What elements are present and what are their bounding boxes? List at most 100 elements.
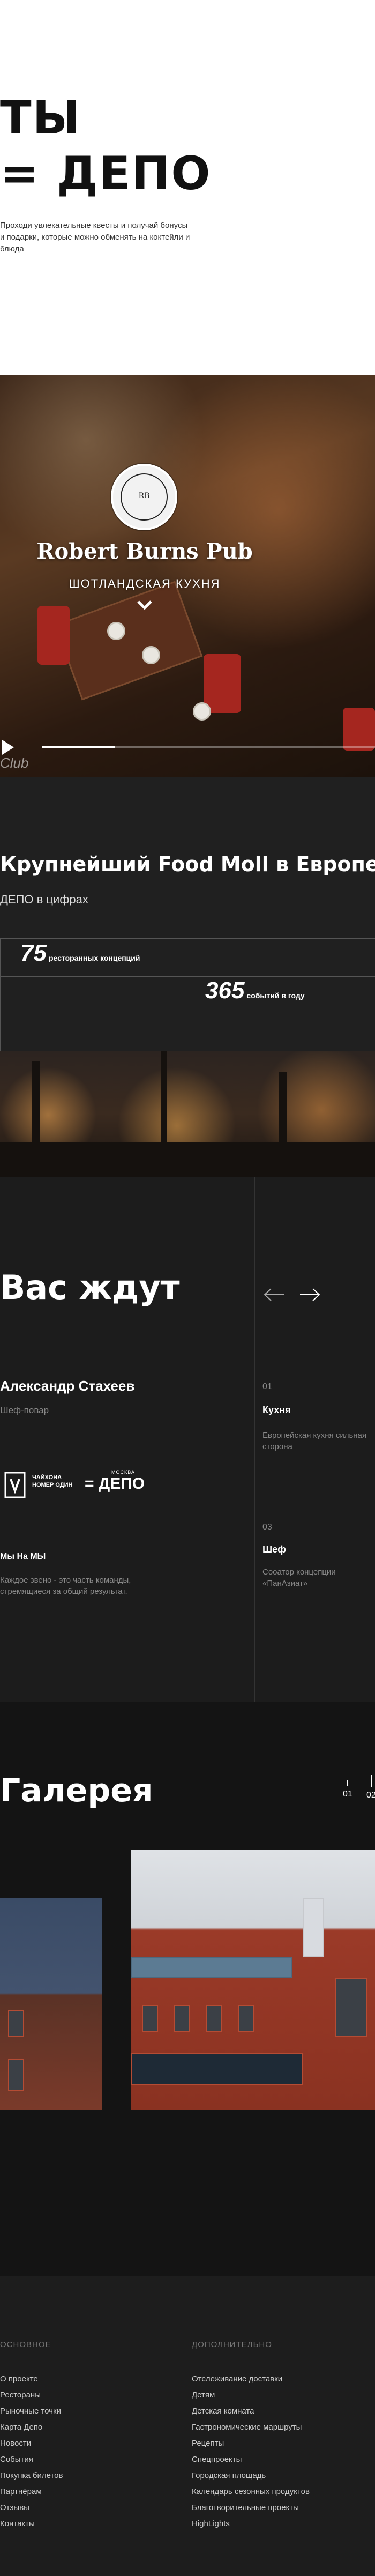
building-window [8,2059,24,2091]
factory-silhouette [0,1142,375,1177]
footer-link[interactable]: Отслеживание доставки [192,2371,310,2387]
footer-col2-list: Отслеживание доставки Детям Детская комн… [192,2371,310,2532]
footer-col2-title: ДОПОЛНИТЕЛЬНО [192,2340,375,2355]
footer-link[interactable]: Детская комната [192,2403,310,2419]
footer-link[interactable]: События [0,2452,63,2468]
info-text: Европейская кухня сильная сторона [262,1431,367,1451]
chair-image [343,708,375,751]
video-progress-fill [42,746,115,748]
footer-link[interactable]: Рецепты [192,2436,310,2452]
footer-link[interactable]: HighLights [192,2516,310,2532]
footer-link[interactable]: Гастрономические маршруты [192,2419,310,2436]
info-number: 03 [262,1523,272,1532]
stat-number: 365 [205,977,245,1004]
stats-subtitle: ДЕПО в цифрах [0,893,88,906]
info-heading: Шеф [262,1544,286,1555]
video-section[interactable]: RB Robert Burns Pub ШОТЛАНДСКАЯ КУХНЯ Cl… [0,375,375,777]
stat-label: ресторанных концепций [48,954,140,962]
motto-text: Каждое звено - это часть команды, стремя… [0,1576,131,1596]
venue-name: Robert Burns Pub [36,539,253,564]
arrow-right-icon[interactable] [298,1287,321,1303]
pub-logo: RB [111,464,177,530]
arrow-left-icon[interactable] [262,1287,286,1303]
factory-image [0,1051,375,1177]
chaihona-logo-mark [4,1472,26,1498]
footer-link[interactable]: Контакты [0,2516,63,2532]
stat-restaurants: 75 ресторанных концепций [20,940,140,967]
stat-events: 365 событий в году [205,977,305,1004]
hero-description: Проходи увлекательные квесты и получай б… [0,221,190,254]
footer-link[interactable]: Городская площадь [192,2468,310,2484]
plate-image [107,622,125,640]
footer-link[interactable]: Рестораны [0,2387,63,2403]
chaihona-logo-text: ЧАЙХОНА НОМЕР ОДИН [32,1474,73,1488]
grid-line [0,976,375,977]
building-window [335,1978,367,2037]
depo-logo-text: = ДЕПО [85,1475,145,1493]
building-facade [131,2053,303,2085]
motto-title: Мы На МЫ [0,1552,46,1561]
corner-text: Club [0,755,29,771]
building-window [206,2005,222,2032]
stats-section: Крупнейший Food Moll в Европе ДЕПО в циф… [0,777,375,1177]
footer-link[interactable]: Новости [0,2436,63,2452]
chevron-down-icon[interactable] [135,596,154,615]
depo-logo-city: МОСКВА [111,1469,135,1475]
footer-link[interactable]: Календарь сезонных продуктов [192,2484,310,2500]
building-window [8,2010,24,2037]
footer-link[interactable]: Спецпроекты [192,2452,310,2468]
column-divider [254,1177,255,1702]
logo-monogram: RB [138,492,150,500]
hero-title: ТЫ = ДЕПО [0,90,211,202]
footer-link[interactable]: Благотворительные проекты [192,2500,310,2516]
footer-link[interactable]: Детям [192,2387,310,2403]
page-number: 01 [343,1790,352,1799]
stats-title: Крупнейший Food Moll в Европе [0,852,375,876]
gallery-page-1[interactable]: 01 [343,1780,352,1799]
grid-line [0,939,1,1054]
plate-image [193,702,211,721]
table-image [54,581,203,701]
pager-indicator [370,1775,372,1787]
venue-cuisine: ШОТЛАНДСКАЯ КУХНЯ [69,577,221,590]
chef-role: Шеф-повар [0,1405,49,1415]
info-heading: Кухня [262,1405,291,1415]
footer-col1-title: ОСНОВНОЕ [0,2340,138,2355]
footer-link[interactable]: О проекте [0,2371,63,2387]
footer-link[interactable]: Партнёрам [0,2484,63,2500]
gallery-section: Галерея 01 02 [0,1702,375,2276]
pager-indicator [347,1780,348,1786]
footer-link[interactable]: Покупка билетов [0,2468,63,2484]
chefs-section: Вас ждут Александр Стахеев Шеф-повар ЧАЙ… [0,1177,375,1702]
building-window [142,2005,158,2032]
footer-link[interactable]: Отзывы [0,2500,63,2516]
play-icon[interactable] [2,740,14,755]
building-roof [131,1957,292,1978]
gallery-image[interactable] [0,1898,102,2110]
hero-title-line2: = ДЕПО [0,147,212,201]
stat-number: 75 [20,940,47,966]
building-tower [303,1898,324,1957]
chair-image [38,606,70,665]
gallery-title: Галерея [0,1772,153,1809]
footer-col1-list: О проекте Рестораны Рыночные точки Карта… [0,2371,63,2532]
chair-image [204,654,241,713]
building-window [238,2005,254,2032]
gallery-image[interactable] [131,1850,375,2110]
plate-image [142,646,160,664]
stats-grid: 75 ресторанных концепций 365 событий в год… [0,938,375,1054]
info-number: 01 [262,1382,272,1391]
chef-name: Александр Стахеев [0,1378,135,1394]
chefs-title: Вас ждут [0,1268,180,1307]
hero-title-line1: ТЫ [0,91,81,145]
gallery-page-2[interactable]: 02 [366,1775,375,1800]
footer-link[interactable]: Карта Депо [0,2419,63,2436]
info-text: Сооатор концепции «ПанАзиат» [262,1568,336,1588]
building-window [174,2005,190,2032]
page-number: 02 [366,1791,375,1800]
stat-label: событий в году [246,991,305,1000]
footer-link[interactable]: Рыночные точки [0,2403,63,2419]
hero-section: ТЫ = ДЕПО Проходи увлекательные квесты и… [0,0,375,375]
video-progress-bar[interactable] [42,746,375,748]
site-footer: ОСНОВНОЕ О проекте Рестораны Рыночные то… [0,2276,375,2576]
